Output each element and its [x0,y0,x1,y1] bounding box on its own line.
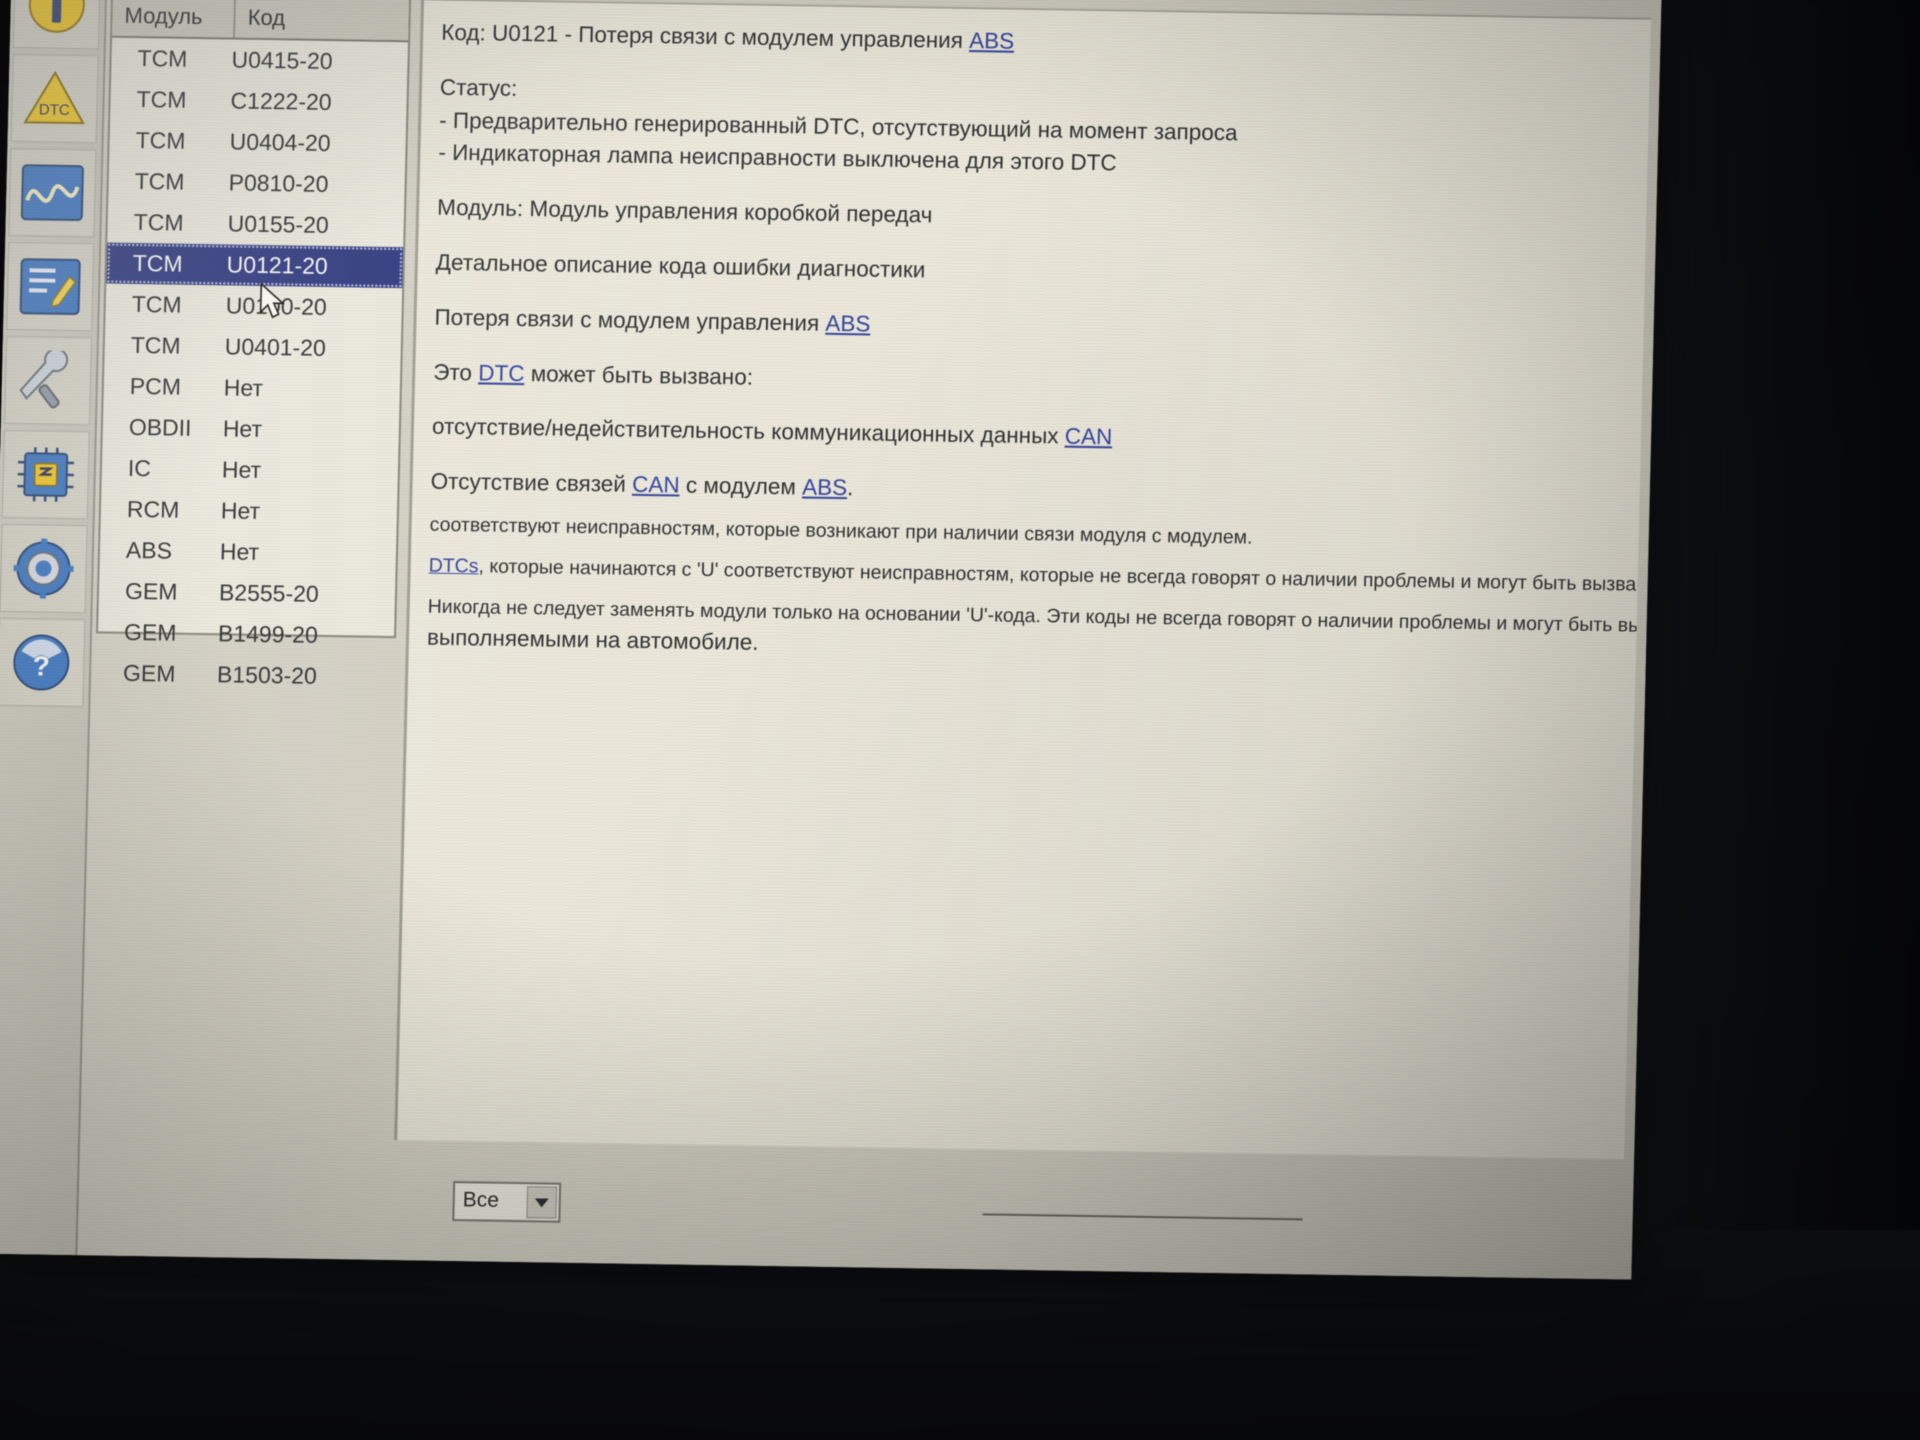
abs-link-title[interactable]: ABS [969,28,1015,54]
lcd-panel: DTC ? Модуль Код TCM U0415-20 TCM C1222-… [0,0,1662,1280]
cell-module: TCM [131,290,182,318]
dtcs-link[interactable]: DTCs [428,555,478,578]
cell-code: Нет [221,456,262,483]
cause-item-2-suffix: . [846,475,854,501]
cell-module: GEM [123,618,177,646]
cell-code: B1503-20 [216,661,318,689]
application-window: DTC ? Модуль Код TCM U0415-20 TCM C1222-… [0,0,1662,1280]
chip-module-icon[interactable] [1,429,90,520]
bottom-filter-bar: Все [452,1171,1554,1258]
svg-text:DTC: DTC [39,101,70,118]
can-link-2[interactable]: CAN [632,472,680,498]
cell-code: Нет [223,374,264,401]
cell-code: Нет [222,415,263,442]
table-row[interactable]: ABS Нет [100,529,397,575]
cause-item-2-prefix: Отсутствие связей [430,468,633,497]
filter-select-value: Все [462,1188,500,1212]
tools-icon[interactable] [3,335,92,426]
cell-module: OBDII [128,413,192,441]
table-row[interactable]: TCM P0810-20 [108,161,405,207]
cell-code: U0121-20 [226,251,329,279]
abs-link-description[interactable]: ABS [825,311,871,337]
warning-dtc-icon[interactable]: DTC [10,54,99,144]
table-row[interactable]: TCM U0401-20 [104,324,401,370]
cell-module: PCM [129,372,182,400]
cell-module: TCM [130,331,181,359]
filter-select[interactable]: Все [452,1181,562,1223]
settings-gear-icon[interactable] [0,523,88,614]
cell-code: P0810-20 [228,169,329,197]
edit-report-icon[interactable] [6,241,95,332]
cell-code: C1222-20 [230,87,332,116]
bottom-separator [982,1213,1303,1221]
abs-link-cause-2[interactable]: ABS [802,475,848,501]
table-row[interactable]: TCM U0415-20 [111,38,408,84]
cell-module: TCM [137,44,188,72]
cell-code: Нет [219,538,260,565]
cell-code: B2555-20 [218,579,320,607]
column-header-module[interactable]: Модуль [112,0,237,38]
table-row[interactable]: TCM C1222-20 [110,79,407,125]
table-row[interactable]: IC Нет [101,447,398,493]
table-row[interactable]: PCM Нет [103,365,400,411]
cell-module: TCM [134,167,185,195]
table-row[interactable]: TCM U0404-20 [109,120,406,166]
cause-item-2-mid: с модулем [679,472,803,500]
table-row[interactable]: TCM U0155-20 [107,202,404,248]
cause-suffix: может быть вызвано: [524,360,754,390]
left-icon-toolbar: DTC ? [0,0,108,1256]
cell-module: GEM [122,659,176,687]
cell-module: ABS [125,536,173,564]
cell-code: B1499-20 [217,620,319,648]
dtc-list-grid[interactable]: Модуль Код TCM U0415-20 TCM C1222-20 TCM U040… [96,0,412,689]
cell-module: IC [127,454,152,482]
help-question-icon[interactable]: ? [0,617,86,708]
info-icon[interactable] [12,0,101,50]
table-row[interactable]: GEM B2555-20 [99,570,396,616]
table-row[interactable]: TCM U0121-20 [106,242,404,289]
table-row[interactable]: RCM Нет [100,488,397,534]
table-row[interactable]: GEM B1503-20 [97,652,394,698]
grid-body: TCM U0415-20 TCM C1222-20 TCM U0404-20 TCM P081… [97,38,408,698]
cell-code: U0404-20 [229,128,331,157]
dtc-detail-pane: Код: U0121 - Потеря связи с модулем упра… [394,0,1651,1160]
cell-module: TCM [132,249,183,277]
cell-code: U0155-20 [227,210,330,238]
cell-module: RCM [126,495,180,523]
waveform-icon[interactable] [8,147,97,238]
chevron-down-icon[interactable] [526,1186,558,1219]
dtc-link-cause[interactable]: DTC [478,360,525,386]
cell-module: GEM [124,577,178,605]
table-row[interactable]: OBDII Нет [102,406,399,452]
column-header-code[interactable]: Код [235,0,410,41]
cell-module: TCM [133,208,184,236]
table-row[interactable]: TCM U0100-20 [105,284,402,330]
description-text-prefix: Потеря связи с модулем управления [434,304,826,336]
cell-code: Нет [220,497,261,524]
cell-module: TCM [135,126,186,154]
cell-module: TCM [136,85,187,113]
svg-text:?: ? [32,650,50,681]
table-row[interactable]: GEM B1499-20 [98,611,395,657]
can-link-1[interactable]: CAN [1065,424,1113,450]
detail-title-text: Код: U0121 - Потеря связи с модулем упра… [440,19,970,54]
cause-prefix: Это [432,359,479,385]
grid-header-row: Модуль Код [112,0,410,43]
cell-code: U0100-20 [225,292,328,320]
cell-code: U0401-20 [224,333,327,361]
photographed-screen-scene: DTC ? Модуль Код TCM U0415-20 TCM C1222-… [0,0,1920,1440]
cell-code: U0415-20 [231,46,333,75]
